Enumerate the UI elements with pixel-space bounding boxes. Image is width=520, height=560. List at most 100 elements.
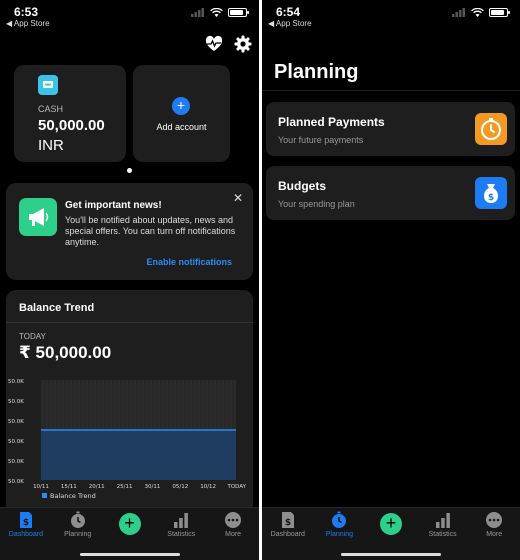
legend-label: Balance Trend	[50, 492, 96, 500]
gear-icon[interactable]	[234, 35, 252, 53]
today-label: TODAY	[19, 332, 46, 341]
svg-text:$: $	[285, 518, 291, 528]
x-tick-label: 25/11	[117, 484, 133, 490]
more-icon	[225, 512, 242, 528]
home-indicator	[79, 553, 180, 556]
account-currency: INR	[38, 137, 64, 154]
add-record-button[interactable]: +	[380, 513, 402, 535]
planned-payments-title: Planned Payments	[278, 115, 385, 129]
plus-icon: +	[172, 97, 190, 115]
status-time: 6:53	[14, 5, 39, 19]
x-tick-label: 15/11	[61, 484, 77, 490]
balance-trend-title: Balance Trend	[19, 302, 95, 314]
x-tick-label: 20/11	[89, 484, 105, 490]
news-title: Get important news!	[65, 200, 162, 211]
megaphone-icon	[19, 198, 57, 236]
tab-bar: $ Dashboard Planning + Statistics More	[262, 507, 520, 560]
add-account-card[interactable]: + Add account	[133, 65, 230, 162]
home-indicator	[341, 553, 441, 556]
wifi-icon	[210, 8, 223, 17]
tab-label: Statistics	[167, 531, 196, 538]
wifi-icon	[471, 8, 484, 17]
tab-more[interactable]: More	[208, 511, 258, 538]
tab-more[interactable]: More	[469, 511, 519, 538]
series-area	[41, 430, 236, 480]
tab-label: More	[225, 531, 242, 538]
tab-planning[interactable]: Planning	[314, 511, 364, 538]
bars-icon	[435, 513, 450, 528]
tab-label: Dashboard	[270, 531, 305, 538]
y-tick-label: 50.0K	[8, 479, 24, 485]
status-bar: 6:53 ◀ App Store	[0, 0, 259, 34]
battery-icon	[228, 8, 249, 17]
tab-statistics[interactable]: Statistics	[418, 511, 468, 538]
more-icon	[486, 512, 503, 528]
tab-dashboard[interactable]: $ Dashboard	[263, 511, 313, 538]
dollar-doc-icon: $	[19, 512, 32, 528]
cash-account-card[interactable]: CASH 50,000.00 INR	[14, 65, 126, 162]
planned-payments-card[interactable]: Planned Payments Your future payments	[266, 102, 515, 156]
x-tick-label: 10/12	[200, 484, 216, 490]
divider	[6, 322, 253, 323]
account-type-label: CASH	[38, 104, 64, 114]
budgets-title: Budgets	[278, 179, 326, 193]
planned-payments-subtitle: Your future payments	[278, 135, 364, 145]
heart-pulse-icon[interactable]	[205, 35, 223, 53]
y-tick-label: 50.0K	[8, 419, 24, 425]
tab-statistics[interactable]: Statistics	[156, 511, 206, 538]
account-balance: 50,000.00	[38, 117, 105, 134]
status-time: 6:54	[276, 5, 301, 19]
balance-value: ₹ 50,000.00	[19, 343, 112, 362]
add-account-label: Add account	[156, 122, 207, 132]
y-tick-label: 50.0K	[8, 399, 24, 405]
dashboard-screen: 6:53 ◀ App Store CASH 50,000.00 INR + Ad…	[0, 0, 259, 560]
budgets-card[interactable]: Budgets Your spending plan $	[266, 166, 515, 220]
add-record-button[interactable]: +	[118, 513, 141, 535]
tab-label: Planning	[325, 531, 354, 538]
battery-icon	[489, 8, 510, 17]
x-tick-label: 30/11	[144, 484, 160, 490]
signal-icon	[191, 8, 204, 17]
bars-icon	[174, 513, 189, 528]
tab-bar: $ Dashboard Planning + Statistics More	[0, 507, 259, 560]
money-bag-icon: $	[475, 177, 507, 209]
page-dot	[127, 168, 132, 173]
tab-label: Dashboard	[8, 531, 44, 538]
dollar-doc-icon: $	[281, 512, 294, 528]
tab-label: Planning	[64, 531, 92, 538]
status-icons	[452, 8, 510, 17]
signal-icon	[452, 8, 465, 17]
y-tick-label: 50.0K	[8, 439, 24, 445]
tab-planning[interactable]: Planning	[53, 511, 103, 538]
x-tick-label: TODAY	[226, 484, 246, 490]
enable-notifications-link[interactable]: Enable notifications	[146, 257, 232, 267]
divider	[262, 90, 520, 91]
clock-icon	[70, 511, 85, 528]
clock-icon	[332, 511, 347, 528]
back-to-app-store-link[interactable]: ◀ App Store	[6, 19, 50, 28]
back-to-app-store-link[interactable]: ◀ App Store	[268, 19, 312, 28]
tab-dashboard[interactable]: $ Dashboard	[1, 511, 51, 538]
x-tick-label: 10/11	[33, 484, 49, 490]
status-bar: 6:54 ◀ App Store	[262, 0, 520, 34]
planning-screen: 6:54 ◀ App Store Planning Planned Paymen…	[262, 0, 520, 560]
page-title: Planning	[274, 61, 359, 83]
close-icon[interactable]: ✕	[233, 191, 243, 205]
legend-swatch	[42, 493, 47, 498]
cash-icon	[38, 75, 58, 95]
x-tick-label: 05/12	[172, 484, 188, 490]
balance-trend-chart: 50.0K 50.0K 50.0K 50.0K 50.0K 50.0K 10/11 15/11…	[8, 379, 247, 500]
news-card: Get important news! You'll be notified a…	[6, 183, 253, 280]
y-tick-label: 50.0K	[8, 379, 24, 385]
budgets-subtitle: Your spending plan	[278, 199, 355, 209]
y-tick-label: 50.0K	[8, 459, 24, 465]
clock-icon	[475, 113, 507, 145]
tab-label: More	[486, 531, 503, 538]
svg-text:$: $	[23, 518, 29, 528]
status-icons	[191, 8, 249, 17]
page-indicator	[0, 168, 259, 173]
balance-trend-card: Balance Trend TODAY ₹ 50,000.00 50.0K 50.…	[6, 290, 253, 515]
news-body: You'll be notified about updates, news a…	[65, 215, 236, 247]
tab-label: Statistics	[428, 531, 457, 538]
svg-text:$: $	[488, 193, 494, 203]
